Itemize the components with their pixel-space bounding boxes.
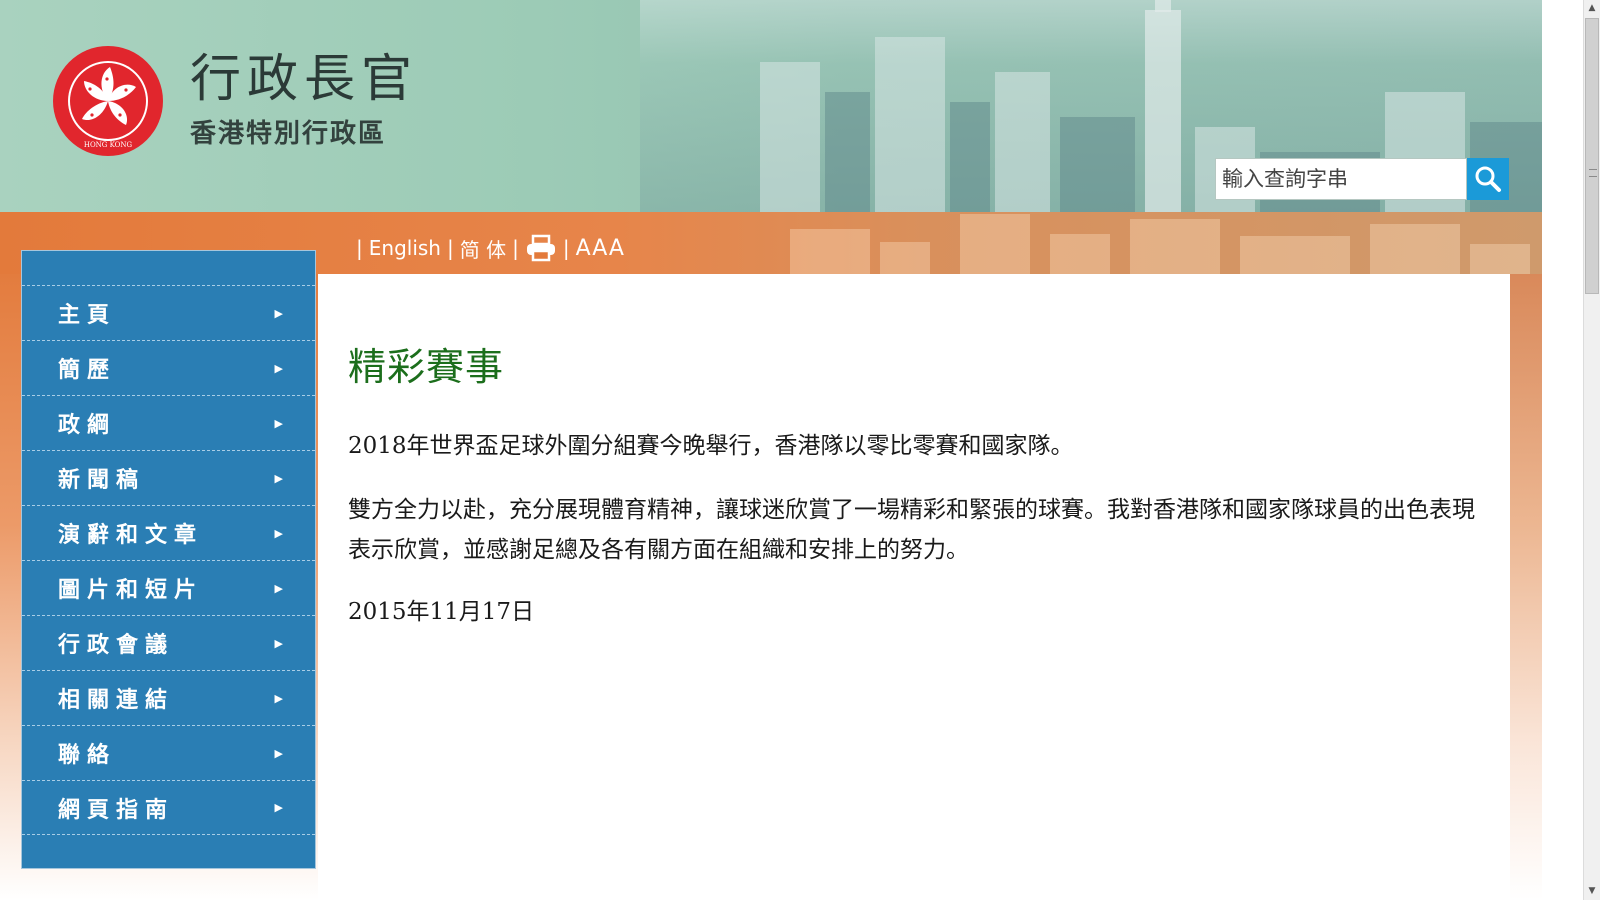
chevron-right-icon: ▶ xyxy=(274,416,283,430)
sidebar-item-executive-council[interactable]: 行政會議 ▶ xyxy=(22,615,315,670)
sidebar-item-label: 新聞稿 xyxy=(58,468,146,493)
chevron-right-icon: ▶ xyxy=(274,691,283,705)
toolbar-separator: | xyxy=(562,236,570,260)
simplified-chinese-link[interactable]: 简 体 xyxy=(460,234,506,263)
sidebar-item-biography[interactable]: 簡歷 ▶ xyxy=(22,340,315,395)
toolbar-separator: | xyxy=(356,236,363,260)
page-header-title: 行政長官 xyxy=(190,50,419,109)
search-button[interactable] xyxy=(1467,158,1509,200)
scroll-down-arrow-icon[interactable]: ▼ xyxy=(1584,883,1600,900)
sidebar-item-speeches[interactable]: 演辭和文章 ▶ xyxy=(22,505,315,560)
chevron-right-icon: ▶ xyxy=(274,801,283,814)
sidebar-item-label: 主頁 xyxy=(58,303,117,328)
scroll-grip xyxy=(1589,169,1597,177)
page-header-subtitle: 香港特別行政區 xyxy=(190,119,387,149)
main-content: 精彩賽事 2018年世界盃足球外圍分組賽今晚舉行，香港隊以零比零賽和國家隊。 雙… xyxy=(318,274,1510,900)
article-paragraph: 雙方全力以赴，充分展現體育精神，讓球迷欣賞了一場精彩和緊張的球賽。我對香港隊和國… xyxy=(348,497,1475,563)
language-toolbar: | English | 简 体 | | AAA xyxy=(350,232,625,264)
english-link[interactable]: English xyxy=(369,236,441,260)
article-paragraph: 2018年世界盃足球外圍分組賽今晚舉行，香港隊以零比零賽和國家隊。 xyxy=(348,433,1074,459)
chevron-right-icon: ▶ xyxy=(274,636,283,650)
header-banner: HONG KONG 行政長官 香港特別行政區 xyxy=(0,0,1542,212)
sidebar-item-label: 網頁指南 xyxy=(58,797,175,823)
chevron-right-icon: ▶ xyxy=(274,361,283,375)
sidebar-item-label: 政綱 xyxy=(58,413,117,438)
chevron-right-icon: ▶ xyxy=(274,471,283,485)
sidebar-item-label: 行政會議 xyxy=(58,633,175,658)
page-title: 精彩賽事 xyxy=(348,345,505,389)
sidebar-item-manifesto[interactable]: 政綱 ▶ xyxy=(22,395,315,450)
sidebar-item-label: 演辭和文章 xyxy=(58,523,204,548)
text-size-label: AAA xyxy=(575,235,625,261)
printer-icon xyxy=(526,234,555,262)
sidebar-item-label: 簡歷 xyxy=(58,358,117,383)
sidebar-nav: 主頁 ▶ 簡歷 ▶ 政綱 ▶ 新聞稿 ▶ 演辭和文章 ▶ 圖片和短片 ▶ 行政會… xyxy=(21,250,316,869)
sidebar-item-label: 聯絡 xyxy=(58,743,117,768)
svg-text:HONG KONG: HONG KONG xyxy=(84,141,133,149)
sidebar-item-site-guide[interactable]: 網頁指南 ▶ xyxy=(22,780,315,835)
article-date: 2015年11月17日 xyxy=(348,599,535,625)
search-icon xyxy=(1475,166,1501,192)
toolbar-separator: | xyxy=(446,236,454,260)
sidebar-item-contact[interactable]: 聯絡 ▶ xyxy=(22,725,315,780)
sidebar-item-photos-videos[interactable]: 圖片和短片 ▶ xyxy=(22,560,315,615)
sidebar-item-label: 相關連結 xyxy=(58,688,175,713)
print-button[interactable] xyxy=(525,234,557,262)
chevron-right-icon: ▶ xyxy=(274,306,283,320)
sidebar-item-home[interactable]: 主頁 ▶ xyxy=(22,285,315,340)
search-input[interactable] xyxy=(1215,158,1467,200)
hksar-emblem[interactable]: HONG KONG xyxy=(52,45,164,157)
right-gradient-panel xyxy=(1510,274,1542,900)
chevron-right-icon: ▶ xyxy=(274,581,283,595)
toolbar-separator: | xyxy=(512,236,519,260)
scroll-thumb[interactable] xyxy=(1585,18,1599,294)
scroll-up-arrow-icon[interactable]: ▲ xyxy=(1584,0,1600,17)
sidebar-item-press-releases[interactable]: 新聞稿 ▶ xyxy=(22,450,315,505)
vertical-scrollbar[interactable]: ▲ ▼ xyxy=(1583,0,1600,900)
chevron-right-icon: ▶ xyxy=(274,526,283,540)
sidebar-item-label: 圖片和短片 xyxy=(58,578,204,603)
chevron-right-icon: ▶ xyxy=(274,746,283,760)
text-size-toggle[interactable]: AAA xyxy=(576,236,625,261)
sidebar-item-related-links[interactable]: 相關連結 ▶ xyxy=(22,670,315,725)
